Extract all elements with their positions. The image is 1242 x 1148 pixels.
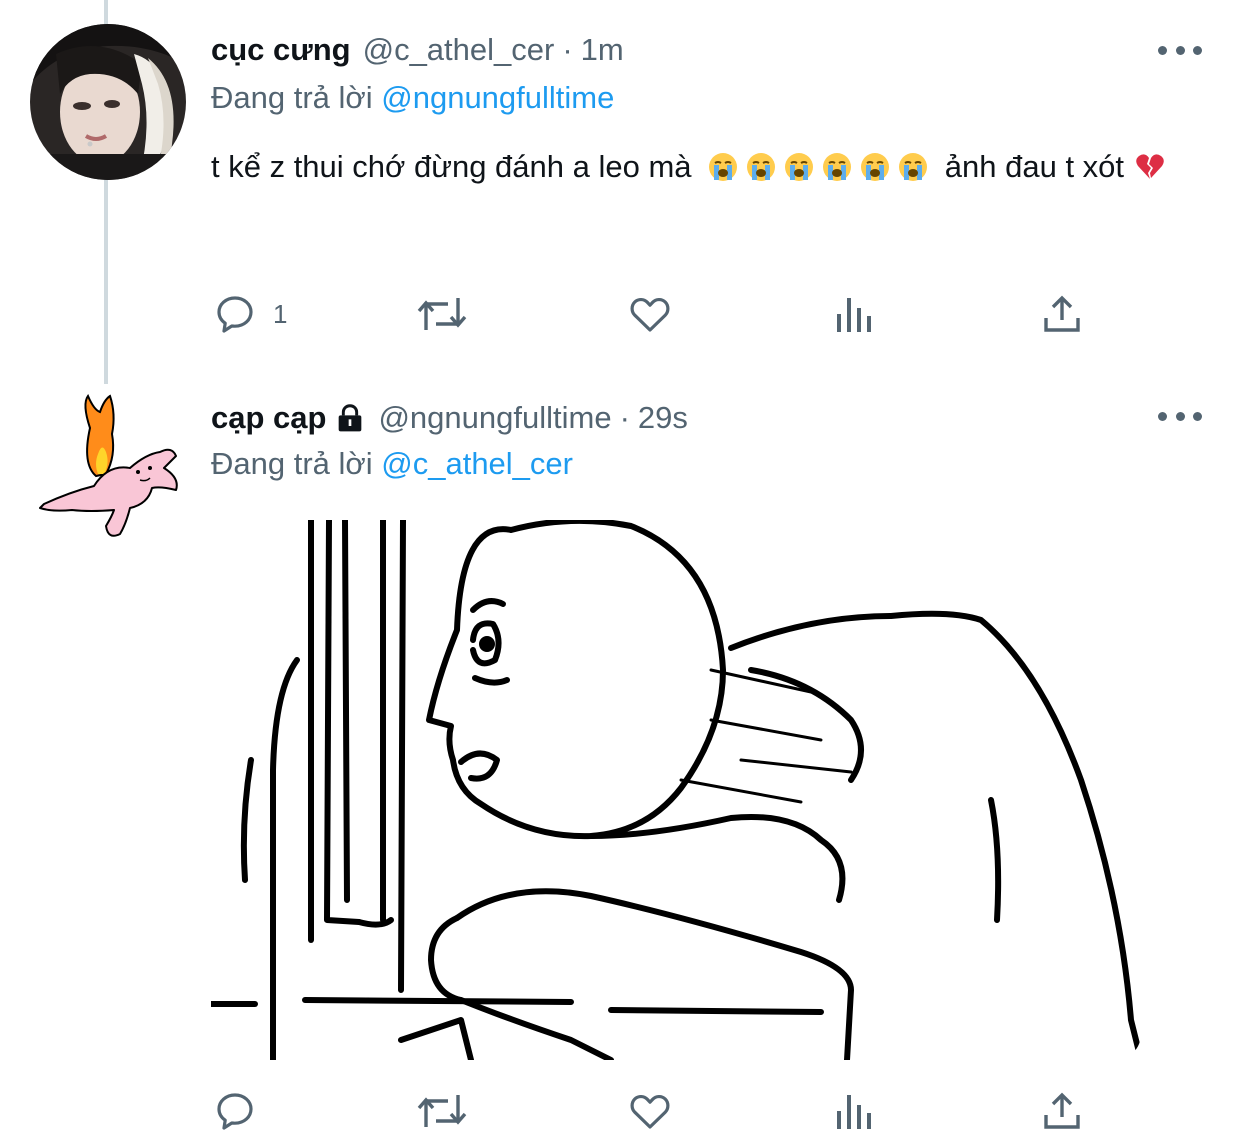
loudly-crying-face-icon xyxy=(899,153,928,181)
replying-to: Đang trả lời @c_athel_cer xyxy=(211,444,573,484)
retweet-arrows-icon xyxy=(417,298,467,330)
upload-share-icon xyxy=(1044,295,1080,332)
share-button[interactable] xyxy=(1038,289,1086,339)
loudly-crying-face-icon xyxy=(861,153,890,181)
user-handle[interactable]: @ngnungfulltime xyxy=(378,398,611,438)
tweet-media-image[interactable] xyxy=(211,520,1141,1060)
replying-to-label: Đang trả lời xyxy=(211,446,373,481)
more-dots-icon[interactable] xyxy=(1158,406,1202,426)
crying-emojis xyxy=(708,149,945,184)
like-button[interactable] xyxy=(626,1086,674,1136)
heart-icon xyxy=(630,297,670,332)
tweet-actions xyxy=(211,1086,1111,1136)
tweet-text-part2: ảnh đau t xót xyxy=(944,149,1125,184)
broken-heart-icon xyxy=(1135,154,1164,179)
replying-to-label: Đang trả lời xyxy=(211,80,373,115)
display-name[interactable]: cục cưng xyxy=(211,30,351,70)
display-name[interactable]: cạp cạp xyxy=(211,398,326,438)
tweet-1[interactable]: cục cưng @c_athel_cer · 1m Đang trả lời … xyxy=(0,0,1242,384)
views-button[interactable] xyxy=(833,289,877,339)
tweet-header: cạp cạp @ngnungfulltime · 29s xyxy=(211,398,688,438)
tweet-header: cục cưng @c_athel_cer · 1m xyxy=(211,30,624,70)
separator-dot: · xyxy=(562,32,573,67)
reply-button[interactable]: 1 xyxy=(211,289,287,339)
views-button[interactable] xyxy=(833,1086,877,1136)
reply-button[interactable] xyxy=(211,1086,259,1136)
user-handle[interactable]: @c_athel_cer xyxy=(363,30,555,70)
line-drawing-illustration xyxy=(211,520,1141,1060)
avatar-illustration xyxy=(39,394,178,537)
speech-bubble-icon xyxy=(217,1093,253,1130)
replying-to: Đang trả lời @ngnungfulltime xyxy=(211,78,614,118)
more-dots-icon[interactable] xyxy=(1158,40,1202,60)
tweet-text-part1: t kể z thui chớ đừng đánh a leo mà xyxy=(211,149,692,184)
tweet-2[interactable]: cạp cạp @ngnungfulltime · 29s Đang trả l… xyxy=(0,384,1242,1148)
bar-chart-icon xyxy=(837,1095,871,1129)
loudly-crying-face-icon xyxy=(747,153,776,181)
timestamp[interactable]: 1m xyxy=(581,30,624,70)
retweet-arrows-icon xyxy=(417,1095,467,1127)
mention-link[interactable]: @ngnungfulltime xyxy=(381,80,614,115)
avatar[interactable] xyxy=(30,394,186,550)
timestamp[interactable]: 29s xyxy=(638,398,688,438)
tweet-text: t kể z thui chớ đừng đánh a leo mà ảnh đ… xyxy=(211,138,1201,196)
lock-icon xyxy=(339,404,362,432)
speech-bubble-icon xyxy=(217,296,253,333)
tweet-actions: 1 xyxy=(211,289,1111,339)
loudly-crying-face-icon xyxy=(709,153,738,181)
mention-link[interactable]: @c_athel_cer xyxy=(381,446,573,481)
separator-dot: · xyxy=(619,400,630,435)
retweet-button[interactable] xyxy=(414,1086,470,1136)
bar-chart-icon xyxy=(837,298,871,332)
retweet-button[interactable] xyxy=(414,289,470,339)
avatar-photo xyxy=(30,24,186,180)
share-button[interactable] xyxy=(1038,1086,1086,1136)
avatar[interactable] xyxy=(30,24,186,180)
like-button[interactable] xyxy=(626,289,674,339)
heart-icon xyxy=(630,1094,670,1129)
loudly-crying-face-icon xyxy=(823,153,852,181)
reply-count: 1 xyxy=(273,298,288,329)
loudly-crying-face-icon xyxy=(785,153,814,181)
upload-share-icon xyxy=(1044,1092,1080,1129)
